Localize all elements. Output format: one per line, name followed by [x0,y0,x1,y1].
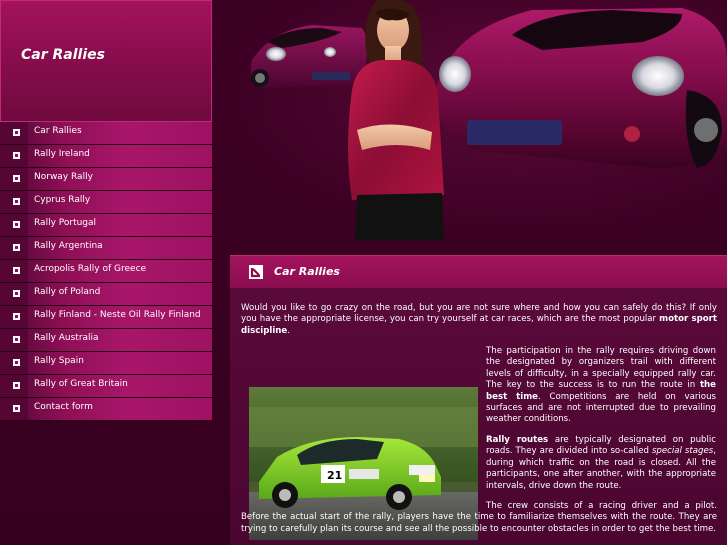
sidebar-item-rally-australia[interactable]: Rally Australia [0,329,212,352]
bullet-icon [0,283,28,305]
car-number: 21 [327,469,342,482]
sidebar-item-label: Norway Rally [34,172,93,182]
arrow-down-right-icon [249,265,263,279]
sidebar-item-rally-portugal[interactable]: Rally Portugal [0,214,212,237]
sidebar-item-label: Rally Spain [34,356,84,366]
sidebar-item-label: Rally Ireland [34,149,90,159]
sidebar-item-rally-spain[interactable]: Rally Spain [0,352,212,375]
logo-box: Car Rallies [0,0,212,122]
sidebar-item-car-rallies[interactable]: Car Rallies [0,122,212,145]
routes-paragraph: Rally routes are typically designated on… [486,435,716,491]
sidebar-item-acropolis-rally[interactable]: Acropolis Rally of Greece [0,260,212,283]
content-body: Would you like to go crazy on the road, … [230,288,727,545]
sidebar-item-label: Rally Finland - Neste Oil Rally Finland [34,310,201,320]
bullet-icon [0,145,28,167]
sidebar-item-cyprus-rally[interactable]: Cyprus Rally [0,191,212,214]
bullet-icon [0,306,28,328]
sidebar-item-label: Rally Australia [34,333,99,343]
bullet-icon [0,352,28,374]
sidebar-item-label: Rally of Poland [34,287,101,297]
sidebar-item-label: Contact form [34,402,93,412]
main-content: Car Rallies Would you like to go crazy o… [230,255,727,545]
bullet-icon [0,214,28,236]
page: Car Rallies Car Rallies Rally Ireland No… [0,0,727,545]
crew-paragraph: The crew consists of a racing driver and… [241,501,717,534]
sidebar-item-rally-poland[interactable]: Rally of Poland [0,283,212,306]
site-title[interactable]: Car Rallies [21,47,105,63]
sidebar-item-rally-argentina[interactable]: Rally Argentina [0,237,212,260]
large-car [436,8,727,169]
sidebar-item-label: Rally Argentina [34,241,103,251]
bullet-icon [0,375,28,397]
content-title: Car Rallies [274,265,340,278]
bullet-icon [0,122,28,144]
sidebar-item-label: Acropolis Rally of Greece [34,264,147,274]
sidebar-item-norway-rally[interactable]: Norway Rally [0,168,212,191]
sidebar-nav: Car Rallies Rally Ireland Norway Rally C… [0,122,212,421]
participation-paragraph: The participation in the rally requires … [486,346,716,425]
sidebar-item-contact-form[interactable]: Contact form [0,398,212,421]
sidebar-item-label: Cyprus Rally [34,195,91,205]
sidebar-item-label: Rally of Great Britain [34,379,128,389]
bullet-icon [0,191,28,213]
bullet-icon [0,237,28,259]
header-illustration [212,0,727,240]
header-cars-image [250,0,727,240]
bullet-icon [0,260,28,282]
sidebar-item-rally-great-britain[interactable]: Rally of Great Britain [0,375,212,398]
sidebar-item-rally-ireland[interactable]: Rally Ireland [0,145,212,168]
bullet-icon [0,168,28,190]
sidebar-item-label: Car Rallies [34,126,82,136]
bullet-icon [0,329,28,351]
intro-paragraph: Would you like to go crazy on the road, … [241,303,718,336]
sidebar-item-label: Rally Portugal [34,218,97,228]
sidebar-item-rally-finland[interactable]: Rally Finland - Neste Oil Rally Finland [0,306,212,329]
bullet-icon [0,398,28,420]
content-header: Car Rallies [230,255,727,288]
small-car [250,25,367,88]
